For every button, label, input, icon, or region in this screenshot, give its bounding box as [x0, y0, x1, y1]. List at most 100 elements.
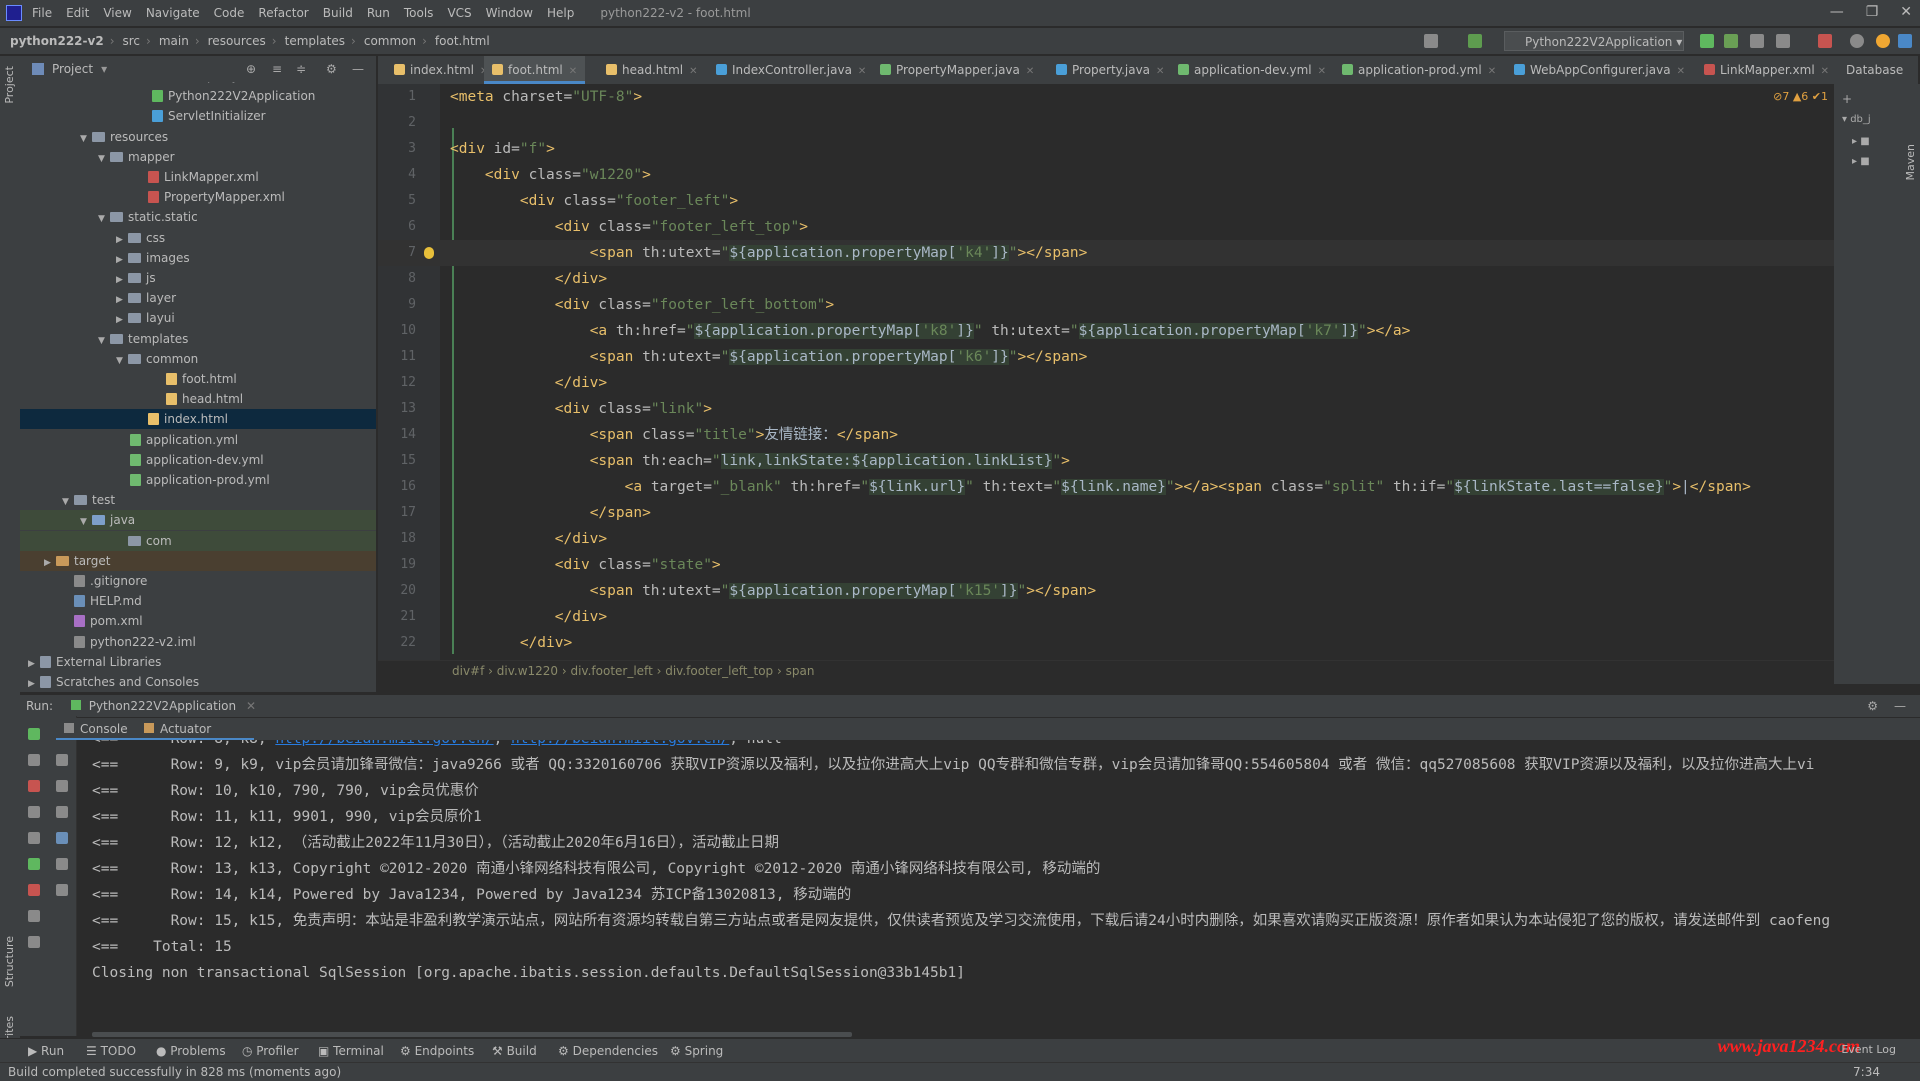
tool-window-button[interactable]: ⚙ Spring	[670, 1039, 723, 1063]
tree-item[interactable]: ▶ Scratches and Consoles	[20, 672, 376, 692]
chevron-right-icon[interactable]: ▶	[44, 553, 56, 573]
close-button[interactable]: ✕	[1900, 4, 1912, 20]
scroll-to-end-icon[interactable]	[56, 832, 68, 844]
tree-item[interactable]: index.html	[20, 409, 376, 430]
editor-breadcrumbs[interactable]: div#f › div.w1220 › div.footer_left › di…	[378, 660, 1834, 680]
menu-item-help[interactable]: Help	[547, 6, 574, 20]
editor-tab[interactable]: foot.html ✕	[484, 56, 586, 84]
tree-item[interactable]: ▶ images	[20, 248, 376, 268]
project-view-select[interactable]: Project	[52, 62, 93, 76]
menu-item-vcs[interactable]: VCS	[447, 6, 471, 20]
updates-icon[interactable]	[1876, 34, 1890, 48]
chevron-right-icon[interactable]: ▶	[116, 270, 128, 290]
tree-item[interactable]: .gitignore	[20, 571, 376, 591]
stop-icon[interactable]	[1818, 34, 1832, 48]
breadcrumb-item[interactable]: src	[123, 34, 141, 48]
editor-tab[interactable]: index.html✕	[386, 56, 496, 84]
code-editor[interactable]: ⊘7 ▲6 ✔1 1 <meta charset="UTF-8"> 2 3 <div i…	[378, 84, 1834, 660]
tool-window-button[interactable]: ⚙ Endpoints	[400, 1039, 474, 1063]
tree-item[interactable]: ▼ resources	[20, 127, 376, 147]
tree-item[interactable]: application.yml	[20, 430, 376, 450]
breadcrumb-item[interactable]: common	[364, 34, 416, 48]
gear-icon[interactable]: ⚙	[1867, 695, 1878, 717]
tree-item[interactable]: ▶ target	[20, 550, 376, 573]
code-line[interactable]: 11 <span th:utext="${application.propert…	[378, 344, 1834, 370]
code-line[interactable]: 15 <span th:each="link,linkState:${appli…	[378, 448, 1834, 474]
add-icon[interactable]: +	[1842, 92, 1852, 106]
tool-window-button[interactable]: ◷ Profiler	[242, 1039, 299, 1063]
rerun-icon[interactable]	[28, 728, 40, 740]
editor-tab[interactable]: head.html ✕	[598, 56, 706, 84]
chevron-down-icon[interactable]: ▼	[98, 331, 110, 351]
profile-icon[interactable]	[1776, 34, 1790, 48]
tree-item[interactable]: foot.html	[20, 369, 376, 389]
collapse-all-icon[interactable]: ≑	[296, 62, 306, 76]
breadcrumb-item[interactable]: templates	[285, 34, 345, 48]
tree-item[interactable]: application-prod.yml	[20, 470, 376, 490]
structure-tool-window-button[interactable]: Structure	[3, 936, 16, 987]
locate-icon[interactable]: ⊕	[246, 62, 256, 76]
project-tool-window-button[interactable]: Project	[3, 66, 16, 104]
chevron-right-icon[interactable]: ▶	[28, 674, 40, 692]
tree-item[interactable]: ▶ layer	[20, 288, 376, 308]
debug-icon[interactable]	[1724, 34, 1738, 48]
close-tab-icon[interactable]: ✕	[1026, 66, 1034, 77]
code-line[interactable]: 2	[378, 110, 1834, 136]
lightbulb-icon[interactable]	[424, 247, 434, 259]
code-line[interactable]: 5 <div class="footer_left">	[378, 188, 1834, 214]
tree-item[interactable]: com	[20, 530, 376, 551]
code-line[interactable]: 1 <meta charset="UTF-8">	[378, 84, 1834, 110]
chevron-down-icon[interactable]: ▼	[80, 129, 92, 149]
restore-icon[interactable]	[28, 806, 40, 818]
chevron-down-icon[interactable]: ▼	[62, 492, 74, 512]
close-tab-icon[interactable]: ✕	[1821, 66, 1829, 77]
caret-position[interactable]: 7:34	[1853, 1063, 1880, 1081]
hide-panel-icon[interactable]: —	[1894, 695, 1906, 717]
plugin-icon[interactable]	[1898, 34, 1912, 48]
tree-item[interactable]: ▼ mapper	[20, 147, 376, 167]
tool-window-button[interactable]: ⚙ Dependencies	[558, 1039, 658, 1063]
tool-window-button[interactable]: ☰ TODO	[86, 1039, 136, 1063]
run-icon[interactable]	[1700, 34, 1714, 48]
code-line[interactable]: 21 </div>	[378, 604, 1834, 630]
tree-item[interactable]: head.html	[20, 389, 376, 409]
code-line[interactable]: 20 <span th:utext="${application.propert…	[378, 578, 1834, 604]
code-line[interactable]: 10 <a th:href="${application.propertyMap…	[378, 318, 1834, 344]
run-configuration-select[interactable]: Python222V2Application ▾	[1504, 31, 1684, 51]
breadcrumb-item[interactable]: main	[159, 34, 189, 48]
menu-item-file[interactable]: File	[32, 6, 52, 20]
build-hammer-icon[interactable]	[1468, 34, 1482, 48]
layout-icon[interactable]	[28, 910, 40, 922]
code-line[interactable]: 22 </div>	[378, 630, 1834, 656]
tree-item[interactable]: ▼ java	[20, 510, 376, 531]
code-line[interactable]: 19 <div class="state">	[378, 552, 1834, 578]
menu-item-edit[interactable]: Edit	[66, 6, 89, 20]
tree-item[interactable]: ▶ js	[20, 268, 376, 288]
close-tab-icon[interactable]: ✕	[1677, 66, 1685, 77]
close-tab-icon[interactable]: ✕	[569, 66, 577, 77]
breadcrumb-item[interactable]: resources	[208, 34, 266, 48]
menu-item-build[interactable]: Build	[323, 6, 353, 20]
status-message[interactable]: Build completed successfully in 828 ms (…	[8, 1065, 341, 1079]
editor-tab[interactable]: LinkMapper.xml ✕	[1696, 56, 1837, 84]
tree-item[interactable]: pom.xml	[20, 611, 376, 631]
editor-tab[interactable]: WebAppConfigurer.java ✕	[1506, 56, 1693, 84]
menu-item-navigate[interactable]: Navigate	[146, 6, 200, 20]
code-line[interactable]: 9 <div class="footer_left_bottom">	[378, 292, 1834, 318]
tool-window-button[interactable]: ● Problems	[156, 1039, 226, 1063]
coverage-icon[interactable]	[1750, 34, 1764, 48]
up-arrow-icon[interactable]	[56, 754, 68, 766]
down-arrow-icon[interactable]	[56, 780, 68, 792]
console-tab[interactable]: Console	[64, 718, 128, 740]
tree-item[interactable]: PropertyMapper.xml	[20, 187, 376, 207]
editor-tab[interactable]: PropertyMapper.java ✕	[872, 56, 1042, 84]
tree-item[interactable]: ▼ templates	[20, 329, 376, 349]
tree-item[interactable]: ▶ External Libraries	[20, 652, 376, 672]
pin-icon[interactable]	[28, 936, 40, 948]
menu-item-tools[interactable]: Tools	[404, 6, 434, 20]
chevron-right-icon[interactable]: ▶	[116, 310, 128, 330]
event-log-button[interactable]: Event Log	[1841, 1041, 1896, 1059]
code-line[interactable]: 7 <span th:utext="${application.property…	[378, 240, 1834, 266]
chevron-down-icon[interactable]: ▾	[101, 62, 107, 76]
database-node[interactable]: ▸ ■	[1852, 156, 1870, 167]
